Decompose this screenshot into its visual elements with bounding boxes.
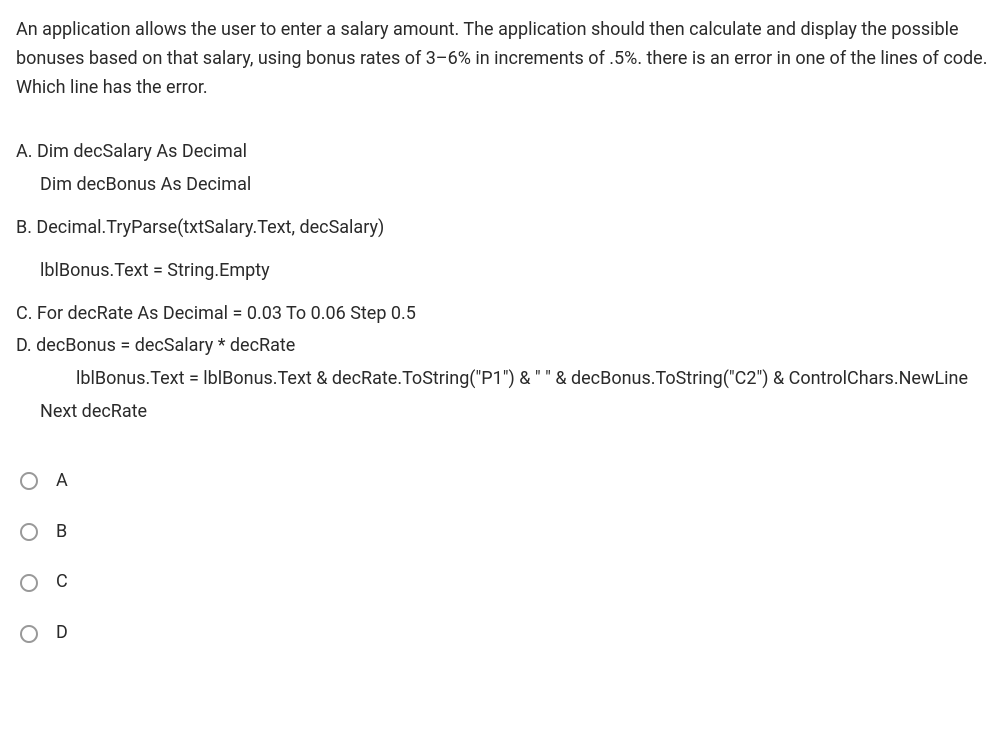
code-block: A. Dim decSalary As Decimal Dim decBonus… <box>16 138 990 426</box>
radio-icon <box>20 625 38 643</box>
answer-option-d[interactable]: D <box>16 619 990 648</box>
code-line-d3: Next decRate <box>16 398 990 427</box>
answer-option-b[interactable]: B <box>16 518 990 547</box>
answer-label-b: B <box>56 518 67 547</box>
radio-icon <box>20 472 38 490</box>
answer-option-c[interactable]: C <box>16 568 990 597</box>
question-text: An application allows the user to enter … <box>16 16 990 102</box>
radio-icon <box>20 574 38 592</box>
answer-options: A B C D <box>16 467 990 648</box>
answer-label-d: D <box>56 619 68 648</box>
code-line-c1: C. For decRate As Decimal = 0.03 To 0.06… <box>16 300 990 329</box>
code-line-b1: B. Decimal.TryParse(txtSalary.Text, decS… <box>16 214 990 243</box>
code-line-a2: Dim decBonus As Decimal <box>16 171 990 200</box>
answer-option-a[interactable]: A <box>16 467 990 496</box>
code-line-a1: A. Dim decSalary As Decimal <box>16 138 990 167</box>
code-line-d1: D. decBonus = decSalary * decRate <box>16 332 990 361</box>
answer-label-c: C <box>56 568 68 597</box>
radio-icon <box>20 523 38 541</box>
code-line-d2: lblBonus.Text = lblBonus.Text & decRate.… <box>16 365 990 394</box>
code-line-b2: lblBonus.Text = String.Empty <box>16 257 990 286</box>
answer-label-a: A <box>56 467 68 496</box>
